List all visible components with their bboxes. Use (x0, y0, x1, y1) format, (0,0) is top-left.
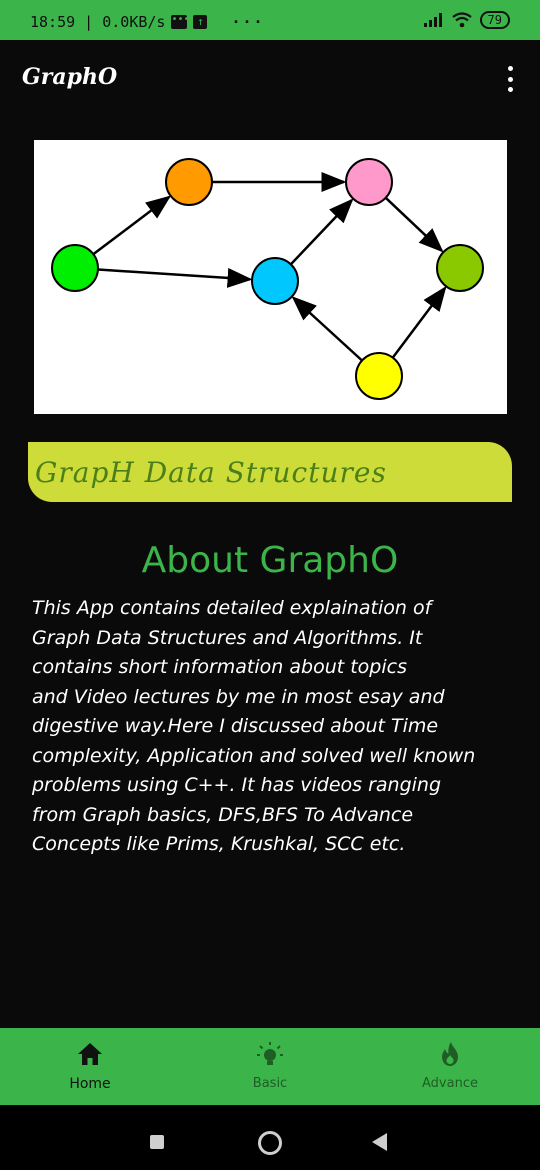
menu-dot (507, 66, 513, 71)
graph-edge-green-cyan (97, 267, 253, 288)
graph-edge-green-orange (92, 195, 172, 256)
status-time-speed: 18:59 | 0.0KB/s (30, 13, 166, 31)
graph-node-orange (165, 158, 213, 206)
graph-node-olive (436, 244, 484, 292)
banner-title: GrapH Data Structures (35, 456, 387, 489)
more-notifications-icon: ··· (231, 13, 265, 31)
app-bar: GraphO (0, 40, 540, 118)
nav-advance-label: Advance (422, 1076, 478, 1091)
nav-advance[interactable]: Advance (360, 1028, 540, 1105)
back-button[interactable] (372, 1133, 387, 1151)
graph-node-yellow (355, 352, 403, 400)
section-banner: GrapH Data Structures (28, 442, 512, 502)
bulb-icon (257, 1042, 283, 1065)
about-line: This App contains detailed explaination … (32, 597, 432, 619)
graph-edge-pink-olive (384, 196, 444, 253)
about-title: About GraphO (141, 540, 399, 581)
graph-diagram (51, 158, 484, 400)
nav-basic[interactable]: Basic (180, 1028, 360, 1105)
battery-indicator: 79 (479, 11, 510, 29)
upload-icon: ↑ (193, 15, 208, 29)
graph-node-cyan (251, 257, 299, 305)
recents-button[interactable] (150, 1135, 164, 1149)
about-line: Concepts like Prims, Krushkal, SCC etc. (32, 833, 406, 855)
graph-edge-yellow-cyan (291, 296, 363, 362)
nav-home[interactable]: Home (0, 1028, 180, 1105)
app-title: GraphO (22, 64, 118, 90)
graph-edge-cyan-pink (289, 198, 354, 266)
graph-illustration (34, 140, 507, 414)
signal-icon (423, 13, 442, 27)
nav-home-label: Home (69, 1076, 111, 1092)
about-line: problems using C++. It has videos rangin… (32, 774, 442, 796)
bottom-navigation: Home Basic Advance (0, 1028, 540, 1105)
about-line: contains short information about topics (32, 656, 407, 678)
graph-node-pink (345, 158, 393, 206)
home-button[interactable] (258, 1131, 282, 1155)
menu-dot (507, 76, 513, 82)
menu-dot (507, 87, 513, 92)
graph-edge-yellow-olive (391, 286, 447, 359)
system-navigation-bar (0, 1105, 540, 1170)
wifi-icon (451, 12, 472, 28)
about-line: complexity, Application and solved well … (32, 744, 476, 767)
graph-node-green (51, 244, 99, 292)
message-notification-icon: ••• (171, 15, 190, 29)
flame-icon (442, 1042, 458, 1066)
status-bar: 18:59 | 0.0KB/s ••• ↑ ··· 79 (0, 0, 540, 40)
home-icon (78, 1043, 102, 1065)
about-description: This App contains detailed explaination … (32, 594, 512, 860)
nav-basic-label: Basic (252, 1076, 288, 1091)
about-line: digestive way.Here I discussed about Tim… (32, 715, 439, 737)
overflow-menu-button[interactable] (500, 66, 520, 92)
about-line: and Video lectures by me in most esay an… (32, 685, 445, 708)
about-line: from Graph basics, DFS,BFS To Advance (32, 803, 414, 826)
about-line: Graph Data Structures and Algorithms. It (32, 626, 423, 649)
